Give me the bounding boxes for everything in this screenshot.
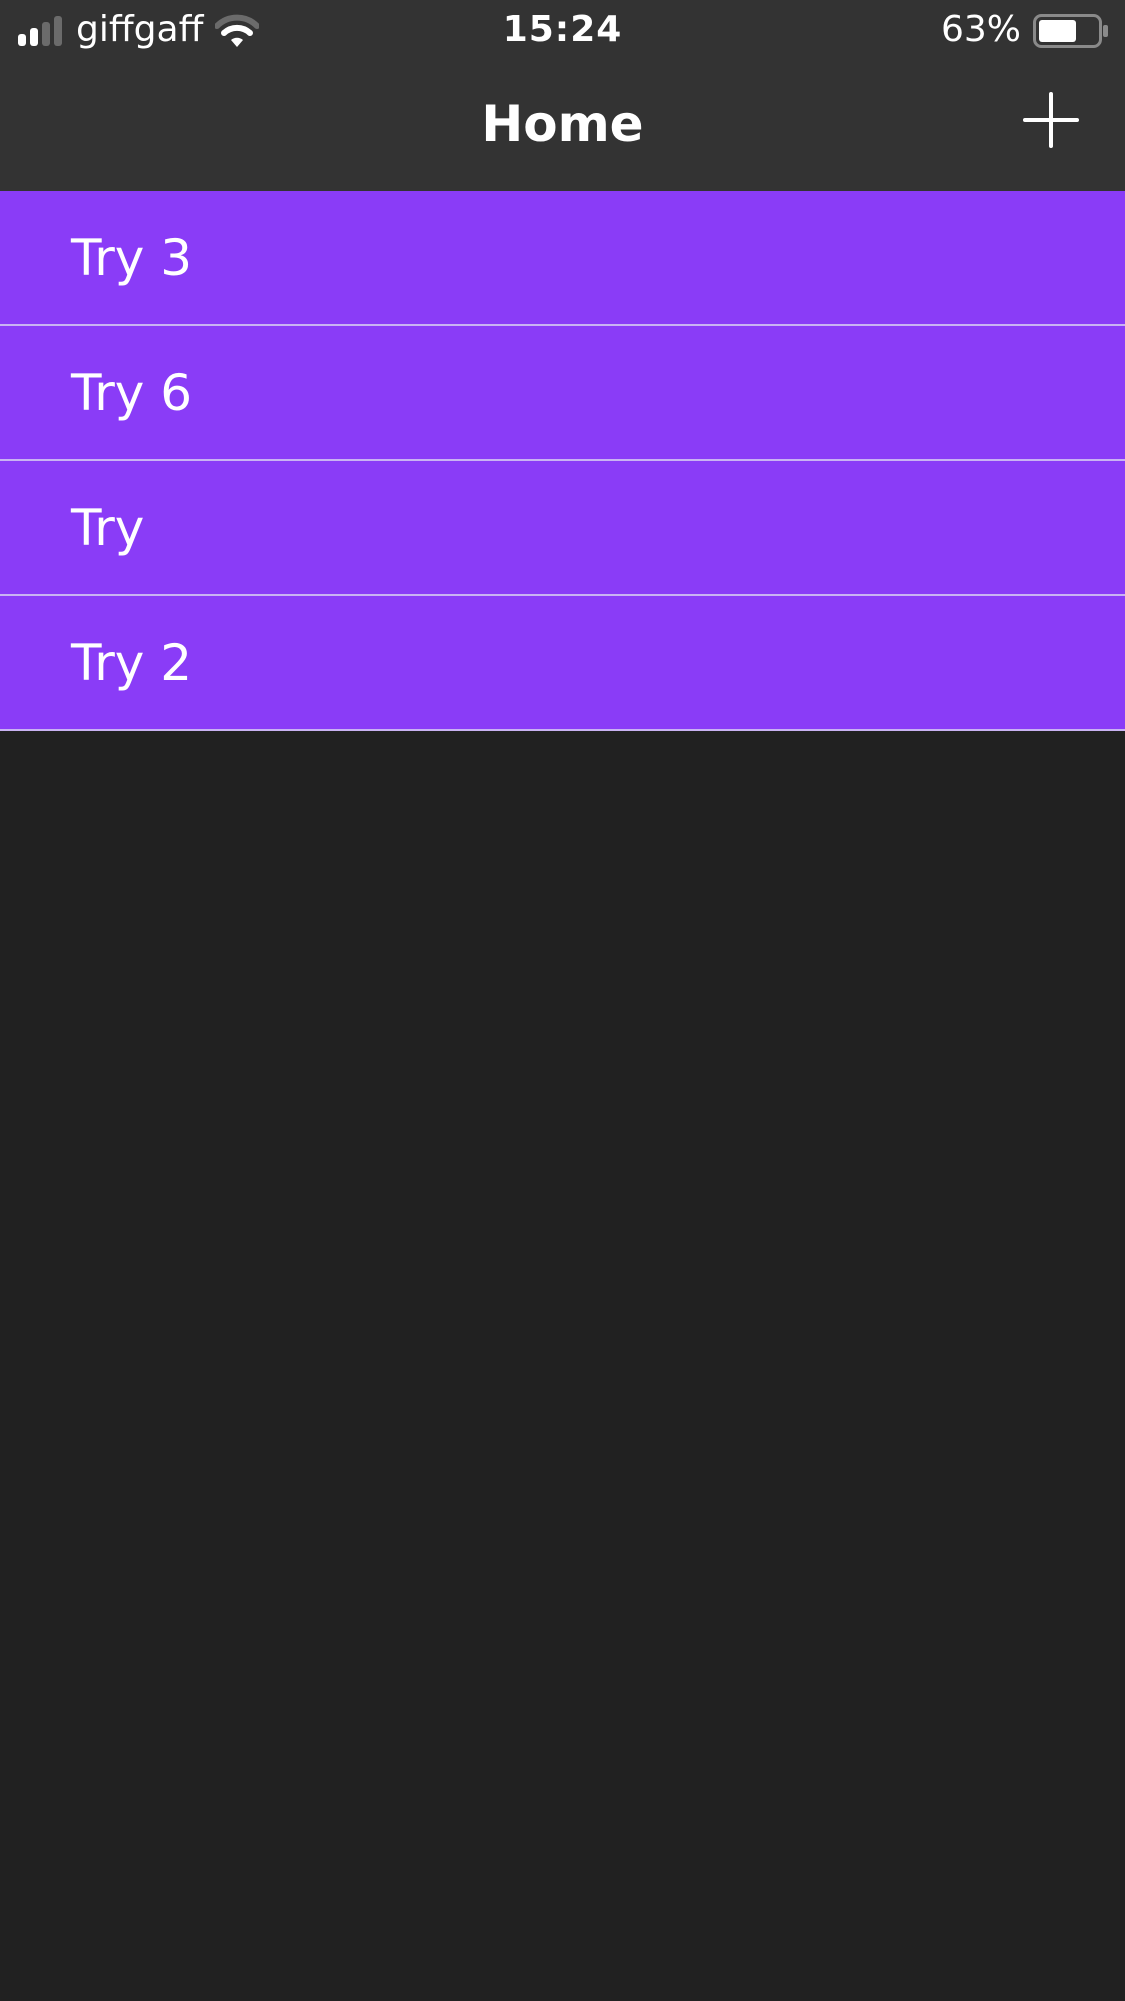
list-item-label: Try 6 [71,364,193,422]
page-title: Home [481,95,644,153]
list-item[interactable]: Try [0,461,1125,596]
navigation-bar: Home [0,62,1125,190]
add-button[interactable] [1023,92,1079,148]
list-item-label: Try [71,499,145,557]
list-item[interactable]: Try 3 [0,191,1125,326]
battery-icon [1033,14,1108,48]
status-bar: giffgaff 15:24 63% [0,0,1125,62]
list-item[interactable]: Try 6 [0,326,1125,461]
item-list: Try 3 Try 6 Try Try 2 [0,191,1125,731]
list-item[interactable]: Try 2 [0,596,1125,731]
top-chrome: giffgaff 15:24 63% Home [0,0,1125,191]
battery-percent: 63% [940,9,1021,50]
list-item-label: Try 3 [71,229,193,287]
plus-icon [1023,92,1079,148]
list-item-label: Try 2 [71,634,193,692]
